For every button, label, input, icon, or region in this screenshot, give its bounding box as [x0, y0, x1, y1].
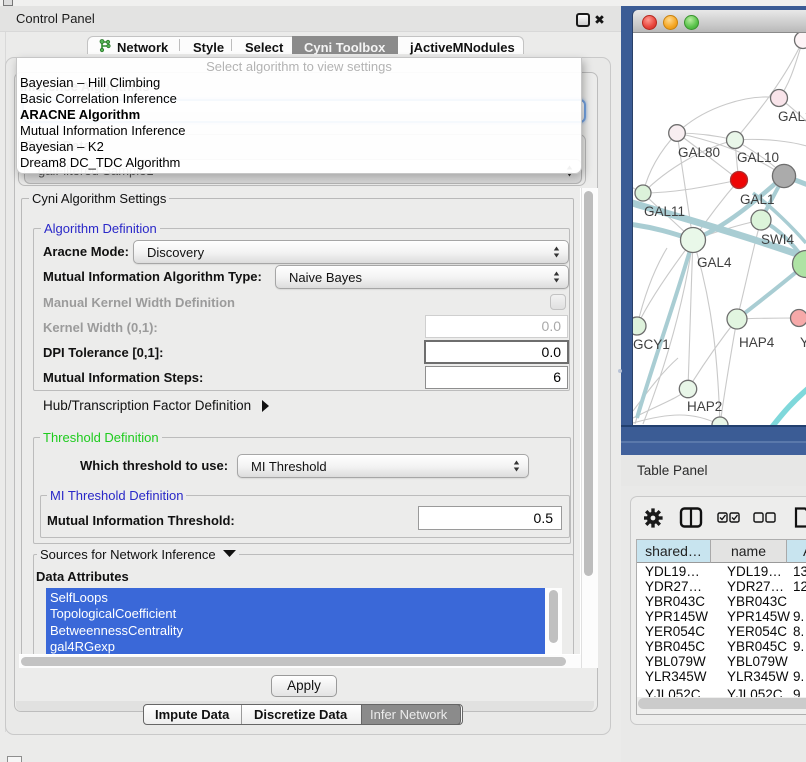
svg-text:GCY1: GCY1: [633, 337, 670, 352]
svg-text:HAP2: HAP2: [687, 399, 722, 414]
svg-text:GAL2: GAL2: [778, 109, 806, 124]
svg-text:GAL11: GAL11: [644, 204, 685, 219]
svg-text:GAL1: GAL1: [740, 192, 775, 207]
svg-text:GAL4: GAL4: [697, 255, 732, 270]
svg-text:Y: Y: [800, 335, 806, 350]
svg-text:SWI4: SWI4: [761, 232, 794, 247]
svg-text:HAP4: HAP4: [739, 335, 775, 350]
svg-text:GAL80: GAL80: [678, 145, 720, 160]
svg-text:GAL10: GAL10: [737, 150, 779, 165]
